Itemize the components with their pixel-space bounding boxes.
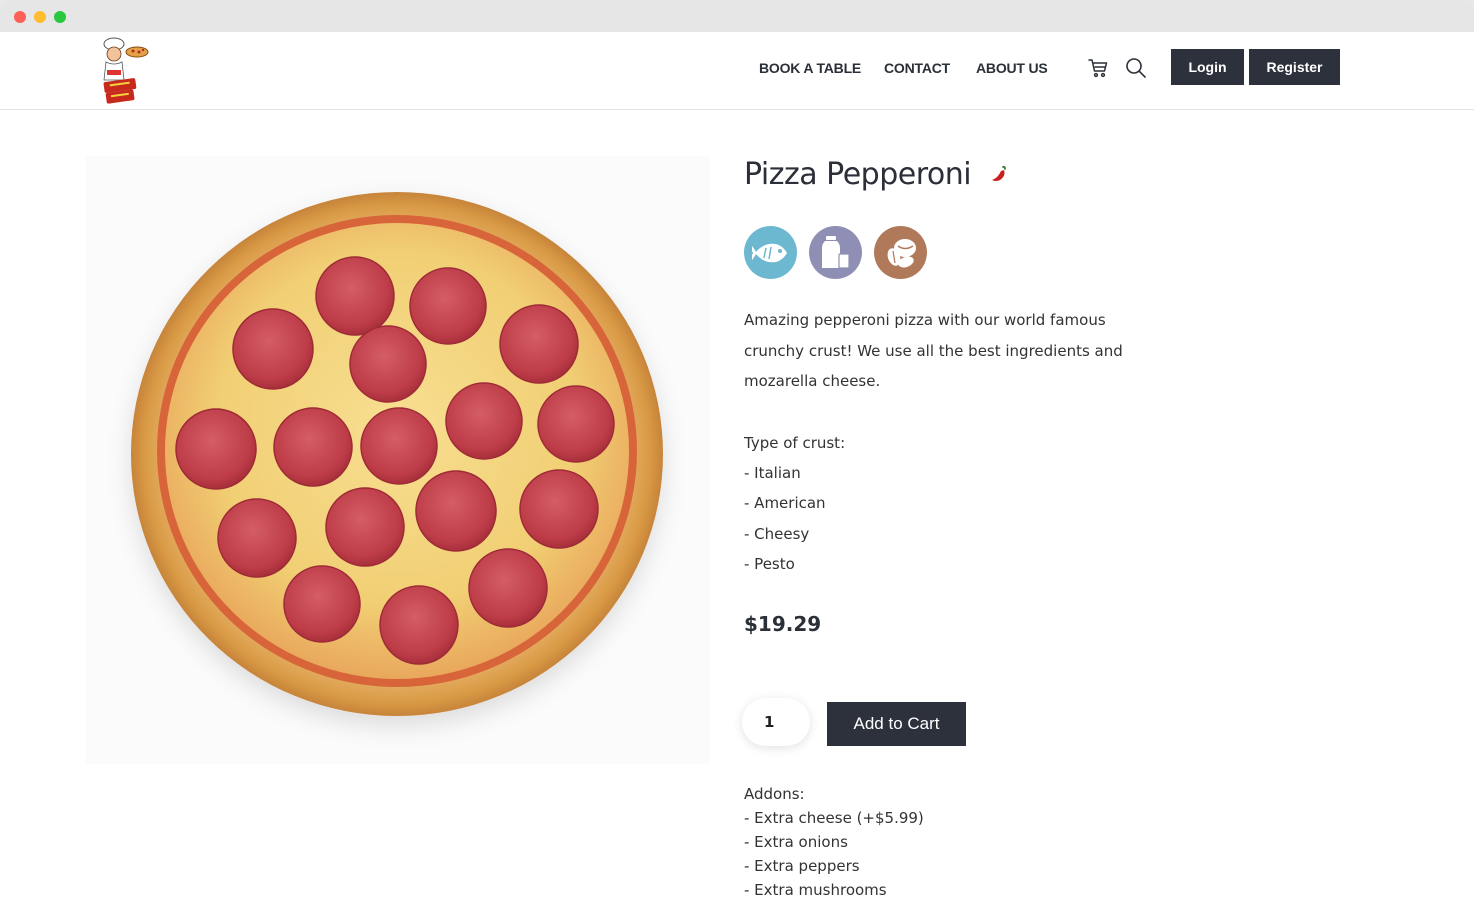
addon-item: - Extra mushrooms [744,881,887,899]
crust-option: - American [744,494,826,513]
product-description: Amazing pepperoni pizza with our world f… [744,305,1164,397]
nuts-icon [874,226,927,279]
nav-book-a-table[interactable]: BOOK A TABLE [759,60,861,76]
cart-icon[interactable] [1086,56,1110,80]
close-window-button[interactable] [14,11,26,23]
product-details: Pizza Pepperoni Amazing pepperoni pizza … [742,150,1164,899]
nav-about-us[interactable]: ABOUT US [976,60,1048,76]
crust-option: - Italian [744,463,801,482]
minimize-window-button[interactable] [34,11,46,23]
product-image [86,156,710,764]
milk-icon [809,226,862,279]
addons-list: Addons: - Extra cheese (+$5.99) - Extra … [744,782,924,902]
crust-option: - Pesto [744,555,795,574]
allergen-icons [744,226,1164,279]
crust-heading: Type of crust: [744,433,846,452]
product-title: Pizza Pepperoni [744,156,972,192]
crust-option: - Cheesy [744,524,810,543]
nav-contact[interactable]: CONTACT [884,60,950,76]
description-line: Amazing pepperoni pizza with our world f… [744,311,1106,329]
chili-icon [989,164,1009,184]
fish-icon [744,226,797,279]
register-button[interactable]: Register [1249,49,1340,85]
maximize-window-button[interactable] [54,11,66,23]
addon-item: - Extra cheese (+$5.99) [744,809,924,827]
product-price: $19.29 [744,612,822,636]
search-icon[interactable] [1124,56,1148,80]
crust-options: Type of crust: - Italian - American - Ch… [744,428,1164,580]
window-titlebar [0,0,1474,32]
title-row: Pizza Pepperoni [744,150,1164,198]
site-header: BOOK A TABLE CONTACT ABOUT US Login Regi… [0,32,1474,110]
add-to-cart-button[interactable]: Add to Cart [827,702,966,746]
browser-window: BOOK A TABLE CONTACT ABOUT US Login Regi… [0,0,1474,919]
addons-heading: Addons: [744,785,805,803]
description-line: mozarella cheese. [744,372,881,390]
addon-item: - Extra onions [744,833,848,851]
login-button[interactable]: Login [1171,49,1244,85]
description-line: crunchy crust! We use all the best ingre… [744,341,1123,360]
quantity-input[interactable]: 1 [742,698,810,746]
addon-item: - Extra peppers [744,857,860,875]
site-logo[interactable] [98,36,152,104]
